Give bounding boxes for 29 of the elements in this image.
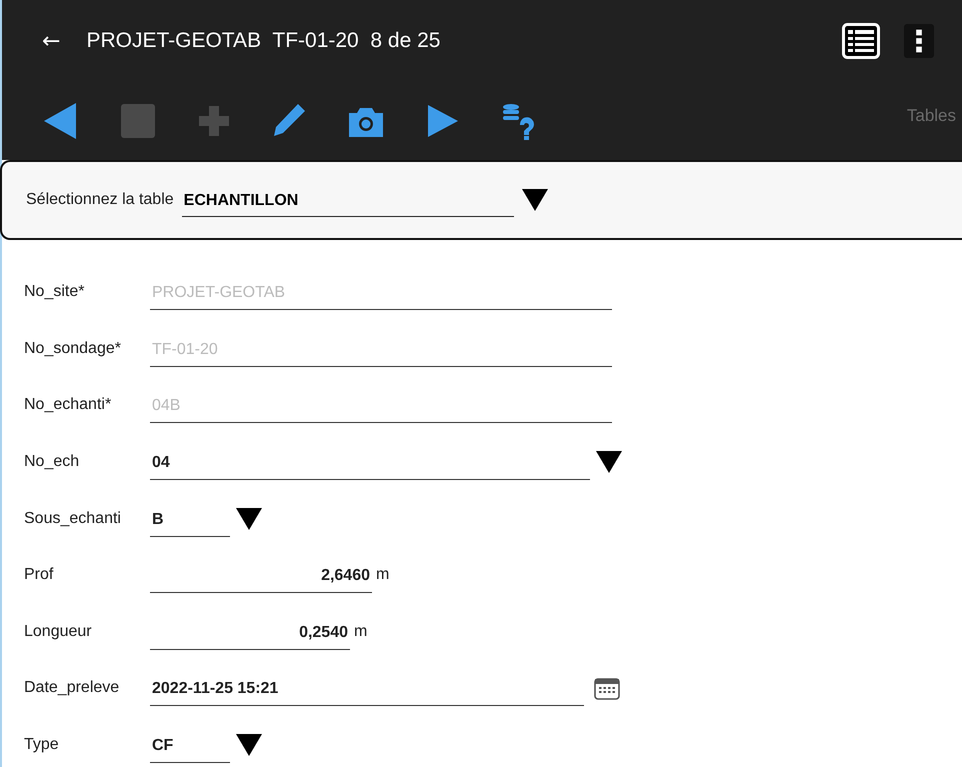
calendar-icon[interactable] xyxy=(594,676,620,700)
table-label: Sélectionnez la table xyxy=(26,191,174,209)
field-label: No_echanti* xyxy=(24,396,112,414)
unit-label: m xyxy=(354,622,368,641)
field-label: No_site* xyxy=(24,283,86,302)
table-dropdown[interactable]: ECHANTILLON xyxy=(182,192,514,216)
menu-icon[interactable] xyxy=(904,24,934,58)
dropdown-field[interactable]: 04 xyxy=(150,454,590,480)
input-field[interactable]: 2,6460 xyxy=(150,567,372,594)
field-label: No_sondage* xyxy=(24,340,122,358)
field-label: Prof xyxy=(24,566,54,584)
tables-label: Tables xyxy=(906,106,956,126)
dropdown-arrow-icon[interactable] xyxy=(522,189,548,211)
field-label: Longueur xyxy=(24,622,93,641)
field-label: Type xyxy=(24,736,60,754)
field-label: Sous_echanti xyxy=(24,510,122,528)
dropdown-arrow-icon[interactable] xyxy=(236,508,262,530)
field-label: Date_preleve xyxy=(24,679,120,698)
back-button[interactable]: ← xyxy=(42,28,60,54)
window-title: PROJET-GEOTAB TF-01-20 8 de 25 xyxy=(86,29,442,53)
input-field[interactable]: 0,2540 xyxy=(150,624,350,650)
table-view-icon[interactable] xyxy=(842,23,880,59)
dropdown-field[interactable]: B xyxy=(150,510,230,537)
dropdown-field[interactable]: CF xyxy=(150,737,230,764)
unit-label: m xyxy=(376,566,390,584)
dropdown-arrow-icon[interactable] xyxy=(596,451,622,474)
field-label: No_ech xyxy=(24,453,80,472)
date-field[interactable]: 2022-11-25 15:21 xyxy=(150,680,584,706)
dropdown-arrow-icon[interactable] xyxy=(236,734,262,756)
